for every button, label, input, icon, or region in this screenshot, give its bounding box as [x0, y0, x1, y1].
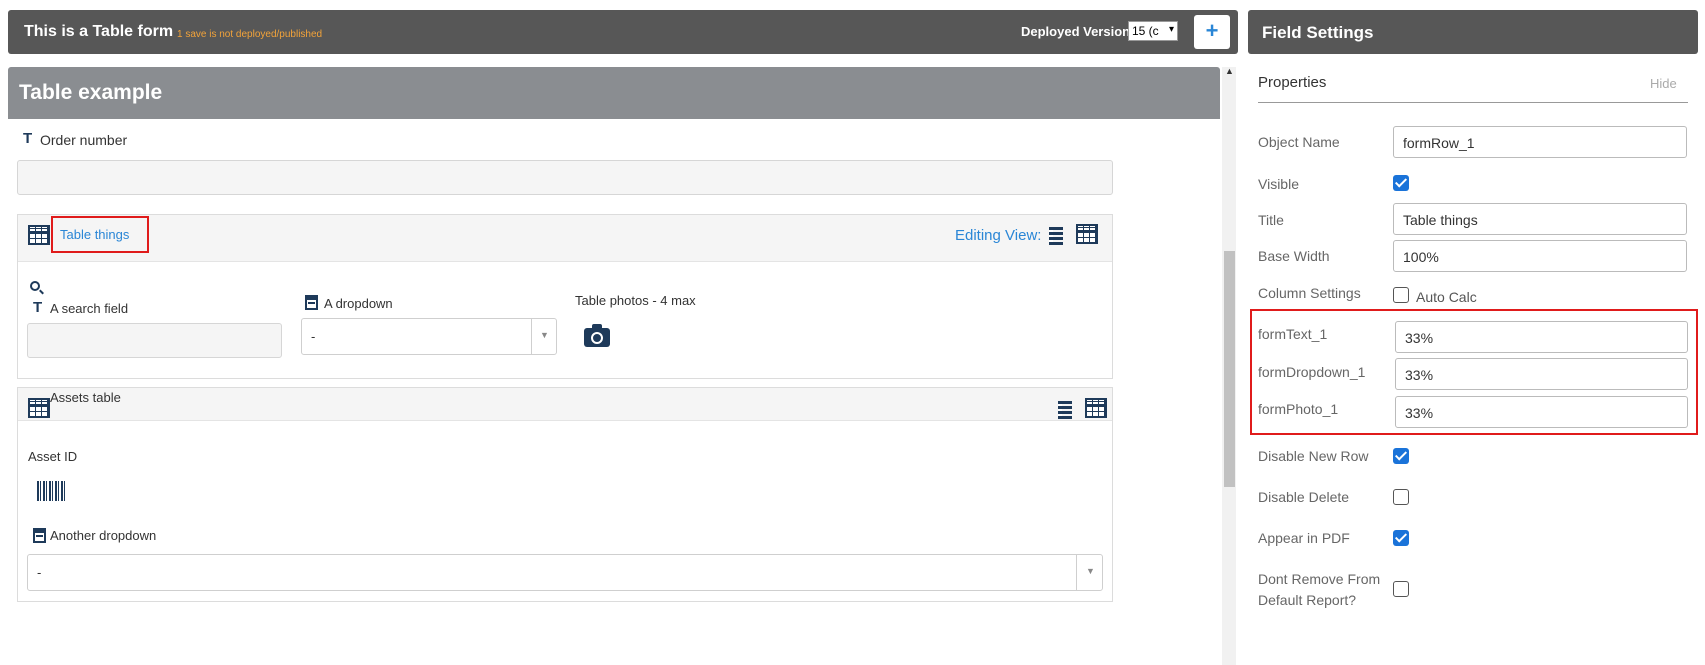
dont-remove-label-2: Default Report? [1258, 592, 1357, 608]
dropdown-divider [531, 319, 532, 354]
disable-delete-checkbox[interactable] [1393, 489, 1409, 505]
column-name-label: formPhoto_1 [1258, 401, 1339, 417]
add-button[interactable]: + [1194, 15, 1230, 49]
deployed-version-value: 15 (c [1132, 24, 1159, 38]
title-label: Title [1258, 212, 1284, 228]
column-settings-label: Column Settings [1258, 285, 1361, 301]
chevron-down-icon: ▼ [1086, 566, 1095, 576]
chevron-down-icon: ▼ [540, 330, 549, 340]
deployed-version-label: Deployed Version: [1021, 24, 1135, 39]
field-settings-header: Field Settings [1248, 10, 1698, 54]
dropdown-icon [33, 528, 46, 543]
unsaved-note: 1 save is not deployed/published [177, 29, 323, 40]
text-field-icon: T [33, 299, 43, 316]
table-icon [28, 398, 50, 418]
hide-link[interactable]: Hide [1650, 76, 1677, 91]
appear-in-pdf-checkbox[interactable] [1393, 530, 1409, 546]
appear-in-pdf-label: Appear in PDF [1258, 530, 1350, 546]
dropdown-value: - [311, 329, 316, 344]
dropdown-divider [1076, 555, 1077, 590]
dont-remove-label: Dont Remove From [1258, 571, 1381, 587]
dont-remove-checkbox[interactable] [1393, 581, 1409, 597]
assets-table-title[interactable]: Assets table [50, 390, 121, 405]
another-dropdown-select[interactable]: - ▼ [27, 554, 1103, 591]
grid-view-icon[interactable] [1085, 398, 1107, 418]
search-field-input[interactable] [27, 323, 282, 358]
column-name-label: formText_1 [1258, 326, 1328, 342]
auto-calc-checkbox[interactable] [1393, 287, 1409, 303]
table-things-header [18, 215, 1112, 262]
properties-title: Properties [1258, 74, 1327, 91]
asset-id-label: Asset ID [28, 449, 78, 464]
title-input[interactable]: Table things [1393, 203, 1687, 235]
table-photos-label: Table photos - 4 max [575, 293, 696, 308]
order-number-input[interactable] [17, 160, 1113, 195]
section-title[interactable]: Table example [8, 67, 1220, 119]
disable-delete-label: Disable Delete [1258, 489, 1350, 505]
camera-icon[interactable] [584, 324, 610, 347]
text-field-icon: T [23, 130, 33, 147]
column-width-input[interactable]: 33% [1395, 321, 1688, 353]
dropdown-label: A dropdown [324, 296, 393, 311]
search-icon [30, 281, 40, 291]
another-dropdown-label: Another dropdown [50, 528, 157, 543]
scroll-up-arrow-icon[interactable]: ▲ [1225, 66, 1234, 76]
base-width-label: Base Width [1258, 248, 1330, 264]
list-view-icon[interactable] [1058, 401, 1072, 419]
grid-view-icon[interactable] [1076, 224, 1098, 244]
order-number-label: Order number [40, 132, 128, 148]
editing-view-label: Editing View: [955, 227, 1042, 244]
assets-table-header [18, 388, 1112, 421]
scrollbar-thumb[interactable] [1224, 251, 1235, 487]
dropdown-icon [305, 295, 318, 310]
visible-checkbox[interactable] [1393, 175, 1409, 191]
list-view-icon[interactable] [1049, 227, 1063, 245]
auto-calc-label: Auto Calc [1416, 289, 1477, 305]
object-name-input[interactable]: formRow_1 [1393, 126, 1687, 158]
divider [1258, 102, 1688, 103]
another-dropdown-value: - [37, 565, 42, 580]
column-width-input[interactable]: 33% [1395, 358, 1688, 390]
form-title: This is a Table form [24, 23, 174, 40]
chevron-down-icon: ▾ [1168, 24, 1174, 35]
base-width-input[interactable]: 100% [1393, 240, 1687, 272]
table-things-title[interactable]: Table things [60, 227, 129, 242]
deployed-version-select[interactable]: 15 (c ▾ [1128, 21, 1178, 41]
object-name-label: Object Name [1258, 134, 1340, 150]
visible-label: Visible [1258, 176, 1299, 192]
barcode-icon[interactable] [37, 481, 65, 501]
form-canvas: Table example T Order number Table thing… [8, 67, 1220, 665]
column-name-label: formDropdown_1 [1258, 364, 1366, 380]
dropdown-select[interactable]: - ▼ [301, 318, 557, 355]
table-icon [28, 225, 50, 245]
column-width-input[interactable]: 33% [1395, 396, 1688, 428]
disable-new-row-checkbox[interactable] [1393, 448, 1409, 464]
disable-new-row-label: Disable New Row [1258, 448, 1369, 464]
form-header: This is a Table form 1 save is not deplo… [8, 10, 1238, 54]
search-field-label: A search field [50, 301, 129, 316]
